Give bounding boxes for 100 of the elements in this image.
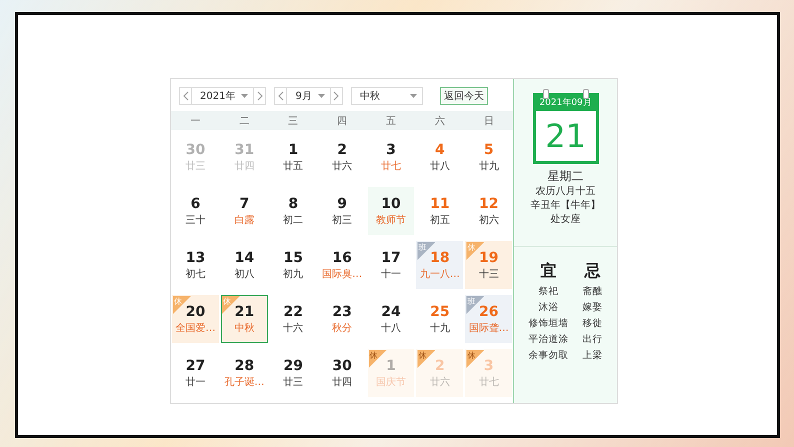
- holiday-badge: 休: [417, 350, 436, 368]
- calendar-day[interactable]: 28 孔子诞…: [220, 349, 268, 397]
- calendar-day[interactable]: 30 廿四: [318, 349, 366, 397]
- calendar-day[interactable]: 22 十六: [270, 295, 317, 343]
- holiday-dropdown[interactable]: 中秋: [350, 87, 423, 105]
- next-month-button[interactable]: [330, 87, 343, 105]
- bad-activity: 上梁: [582, 349, 603, 363]
- lunar-date: 秋分: [332, 322, 352, 334]
- chevron-left-icon: [182, 91, 188, 101]
- calendar-day[interactable]: 13 初七: [172, 241, 219, 289]
- day-number: 24: [381, 304, 401, 320]
- calendar-day[interactable]: 休 2 廿六: [416, 349, 464, 397]
- chevron-right-icon: [256, 91, 263, 101]
- lunar-date: 初九: [283, 268, 304, 280]
- day-number: 30: [332, 358, 352, 374]
- lunar-date: 九一八…: [420, 268, 460, 280]
- weekday-text: 星期二: [548, 168, 584, 185]
- calendar-day[interactable]: 休 3 廿七: [465, 349, 512, 397]
- calendar-day[interactable]: 8 初二: [270, 187, 317, 235]
- calendar-day[interactable]: 11 初五: [416, 187, 464, 235]
- calendar-day[interactable]: 休 1 国庆节: [368, 349, 414, 397]
- weekday-label: 六: [434, 114, 446, 128]
- day-number: 14: [234, 250, 254, 266]
- caret-icon: [241, 94, 248, 98]
- previous-year-button[interactable]: [179, 87, 192, 105]
- lunar-date: 国庆节: [376, 376, 406, 388]
- lunar-date: 廿六: [430, 376, 450, 388]
- day-number: 29: [283, 358, 303, 374]
- next-year-button[interactable]: [253, 87, 266, 105]
- calendar-day[interactable]: 25 十九: [416, 295, 464, 343]
- lunar-date: 廿四: [332, 376, 352, 388]
- calendar-day[interactable]: 1 廿五: [270, 133, 317, 181]
- day-number: 11: [430, 196, 450, 212]
- day-number: 30: [186, 142, 206, 158]
- lunar-date: 国际聋…: [468, 322, 509, 334]
- calendar-day[interactable]: 2 廿六: [318, 133, 366, 181]
- calendar-day[interactable]: 10 教师节: [368, 187, 414, 235]
- good-activity: 平治道涂: [528, 333, 569, 347]
- day-number: 9: [337, 196, 347, 212]
- calendar-day[interactable]: 17 十一: [368, 241, 414, 289]
- lunar-date: 白露: [234, 214, 254, 226]
- good-activity: 余事勿取: [528, 349, 569, 363]
- month-dropdown[interactable]: 9月: [287, 87, 330, 105]
- weekday-label: 四: [336, 114, 348, 128]
- good-activity: 修饰垣墙: [528, 317, 569, 331]
- day-number: 31: [234, 142, 254, 158]
- lunar-date: 十一: [381, 268, 401, 280]
- calendar-day[interactable]: 9 初三: [318, 187, 366, 235]
- caret-icon: [318, 94, 325, 98]
- lunar-date: 初五: [430, 214, 450, 226]
- bad-activity: 斋醮: [582, 285, 603, 299]
- calendar-day[interactable]: 5 廿九: [465, 133, 512, 181]
- zodiac-text: 处女座: [550, 213, 581, 227]
- lunar-date: 初六: [478, 214, 499, 226]
- good-activity: 沐浴: [538, 301, 559, 315]
- day-number: 1: [288, 142, 298, 158]
- weekday-label: 二: [238, 114, 250, 128]
- calendar-day[interactable]: 29 廿三: [270, 349, 317, 397]
- day-number: 17: [381, 250, 401, 266]
- lunar-date: 初八: [234, 268, 254, 280]
- day-number: 22: [283, 304, 303, 320]
- calendar-day[interactable]: 12 初六: [465, 187, 512, 235]
- binding-ring-icon: [542, 89, 549, 99]
- calendar-day[interactable]: 27 廿一: [172, 349, 219, 397]
- chevron-left-icon: [278, 91, 284, 101]
- lunar-date: 十三: [478, 268, 499, 280]
- lunar-date: 廿五: [283, 160, 304, 172]
- calendar-day[interactable]: 6 三十: [172, 187, 219, 235]
- bad-activity: 移徙: [582, 317, 603, 331]
- weekday-label: 一: [189, 114, 202, 128]
- calendar-day[interactable]: 14 初八: [220, 241, 268, 289]
- calendar-day[interactable]: 16 国际臭…: [318, 241, 366, 289]
- calendar-day[interactable]: 7 白露: [220, 187, 268, 235]
- lunar-date: 孔子诞…: [224, 376, 264, 388]
- lunar-date: 廿四: [234, 160, 254, 172]
- day-number: 1: [386, 358, 396, 374]
- lunar-date: 初七: [185, 268, 206, 280]
- lunar-date: 廿一: [185, 376, 206, 388]
- lunar-date: 初三: [332, 214, 352, 226]
- day-number: 7: [239, 196, 250, 212]
- chevron-right-icon: [333, 91, 340, 101]
- day-number: 16: [332, 250, 352, 266]
- previous-month-button[interactable]: [274, 87, 288, 105]
- day-number: 8: [288, 196, 298, 212]
- calendar-day[interactable]: 4 廿八: [416, 133, 464, 181]
- lunar-date: 廿六: [332, 160, 352, 172]
- calendar-day[interactable]: 3 廿七: [368, 133, 414, 181]
- lunar-date: 廿七: [381, 160, 401, 172]
- year-dropdown[interactable]: 2021年: [192, 87, 254, 105]
- today-button[interactable]: 返回今天: [440, 87, 488, 105]
- calendar-day[interactable]: 24 十八: [368, 295, 414, 343]
- day-number: 6: [190, 196, 200, 212]
- calendar-day[interactable]: 15 初九: [270, 241, 317, 289]
- day-number: 2: [337, 142, 347, 158]
- day-number: 3: [484, 358, 494, 374]
- day-number: 10: [381, 196, 401, 212]
- lunar-date: 教师节: [376, 214, 406, 226]
- weekday-label: 三: [287, 114, 300, 128]
- calendar-day[interactable]: 23 秋分: [318, 295, 366, 343]
- selected-day-number: 21: [536, 111, 596, 161]
